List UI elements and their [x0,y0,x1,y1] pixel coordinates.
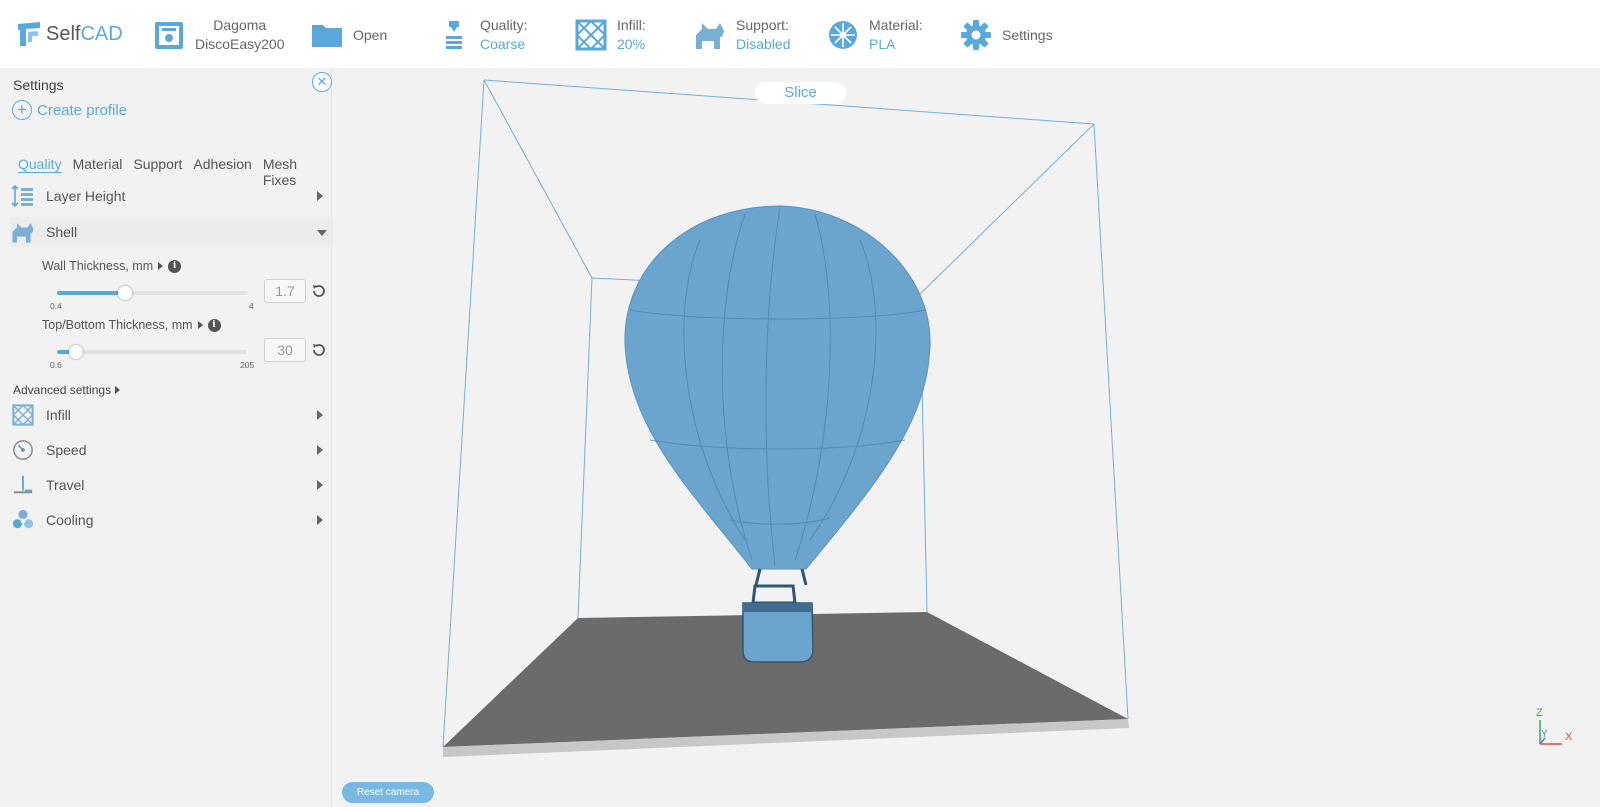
axis-y-label: Y [1541,729,1548,740]
reset-camera-button[interactable]: Reset camera [342,782,434,803]
3d-viewport[interactable]: Z Y X [0,0,1600,807]
balloon-model[interactable] [624,205,931,663]
axis-z-label: Z [1536,707,1543,719]
axis-x-label: X [1565,731,1573,743]
slice-button[interactable]: Slice [755,82,846,104]
axis-gizmo: Z Y X [1536,707,1573,745]
